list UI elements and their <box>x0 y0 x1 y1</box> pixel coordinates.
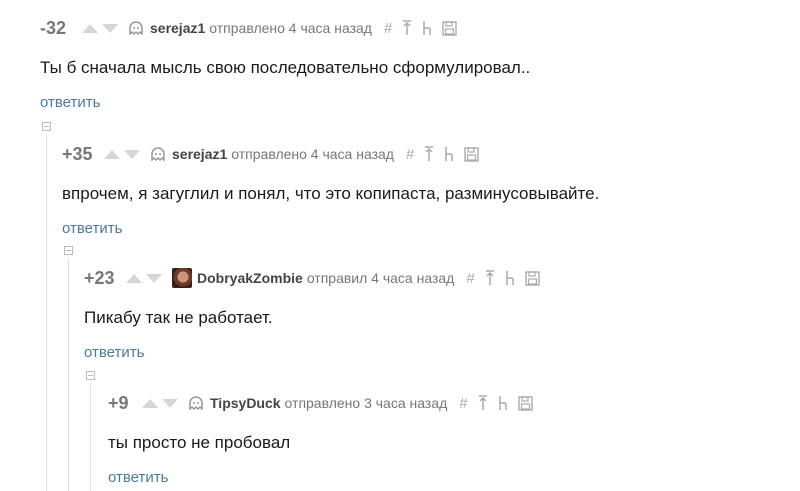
thread-line <box>68 258 69 491</box>
vote-down-icon[interactable] <box>124 149 140 159</box>
comment-header: +35 serejaz1 отправлено 4 часа назад # <box>62 142 800 166</box>
comment-header: +9 TipsyDuck отправлено 3 часа назад # <box>108 391 800 415</box>
vote-controls <box>82 23 118 33</box>
comment-timestamp[interactable]: отправлено 4 часа назад <box>231 146 394 162</box>
comment-author[interactable]: serejaz1 <box>150 20 205 36</box>
comment-header: -32 serejaz1 отправлено 4 часа назад # <box>40 16 800 40</box>
vote-controls <box>126 273 162 283</box>
comment-rating: +35 <box>62 143 93 164</box>
comment-tools: # <box>466 270 540 287</box>
reply-link[interactable]: ответить <box>62 220 122 237</box>
ghost-icon <box>128 21 144 35</box>
parent-icon[interactable] <box>422 20 432 36</box>
collapse-toggle[interactable] <box>86 371 95 380</box>
comment-timestamp[interactable]: отправил 4 часа назад <box>307 270 455 286</box>
hash-icon[interactable]: # <box>459 395 467 412</box>
comment-text: впрочем, я загуглил и понял, что это коп… <box>62 184 600 203</box>
comment-tools: # <box>406 146 480 163</box>
ghost-icon <box>150 147 166 161</box>
collapse-toggle[interactable] <box>42 122 51 131</box>
save-icon[interactable] <box>442 20 458 36</box>
parent-icon[interactable] <box>498 395 508 411</box>
comment-text: Ты б сначала мысль свою последовательно … <box>40 58 531 77</box>
vote-up-icon[interactable] <box>104 149 120 159</box>
hash-icon[interactable]: # <box>466 270 474 287</box>
thread-line <box>46 134 47 491</box>
parent-icon[interactable] <box>444 146 454 162</box>
arrow-up-icon[interactable] <box>424 146 434 162</box>
comment-text: ты просто не пробовал <box>108 433 291 452</box>
comment-text: Пикабу так не работает. <box>84 308 273 327</box>
comment-rating: +9 <box>108 392 129 413</box>
hash-icon[interactable]: # <box>406 146 414 163</box>
comment-author[interactable]: TipsyDuck <box>210 395 281 411</box>
hash-icon[interactable]: # <box>384 20 392 37</box>
comment: +9 TipsyDuck отправлено 3 часа назад # т… <box>108 391 800 487</box>
vote-up-icon[interactable] <box>82 23 98 33</box>
comment-author[interactable]: serejaz1 <box>172 146 227 162</box>
comment-timestamp[interactable]: отправлено 4 часа назад <box>209 20 372 36</box>
comment: +23 DobryakZombie отправил 4 часа назад … <box>84 266 800 362</box>
comment-author[interactable]: DobryakZombie <box>197 270 303 286</box>
comment-rating: -32 <box>40 17 67 38</box>
reply-link[interactable]: ответить <box>40 94 100 111</box>
vote-controls <box>104 149 140 159</box>
vote-controls <box>142 398 178 408</box>
reply-link[interactable]: ответить <box>84 344 144 361</box>
comment-tools: # <box>459 395 533 412</box>
comment-tools: # <box>384 20 458 37</box>
collapse-toggle[interactable] <box>64 246 73 255</box>
vote-down-icon[interactable] <box>102 23 118 33</box>
comment: -32 serejaz1 отправлено 4 часа назад # Т… <box>40 16 800 112</box>
comment-rating: +23 <box>84 267 115 288</box>
parent-icon[interactable] <box>505 270 515 286</box>
save-icon[interactable] <box>517 395 533 411</box>
arrow-up-icon[interactable] <box>402 20 412 36</box>
arrow-up-icon[interactable] <box>485 270 495 286</box>
thread-line <box>90 383 91 491</box>
vote-up-icon[interactable] <box>142 398 158 408</box>
user-avatar[interactable] <box>172 268 192 288</box>
vote-up-icon[interactable] <box>126 273 142 283</box>
save-icon[interactable] <box>464 146 480 162</box>
comment-header: +23 DobryakZombie отправил 4 часа назад … <box>84 266 800 290</box>
comment: +35 serejaz1 отправлено 4 часа назад # в… <box>62 142 800 238</box>
reply-link[interactable]: ответить <box>108 469 168 486</box>
save-icon[interactable] <box>524 270 540 286</box>
vote-down-icon[interactable] <box>146 273 162 283</box>
vote-down-icon[interactable] <box>162 398 178 408</box>
arrow-up-icon[interactable] <box>478 395 488 411</box>
ghost-icon <box>188 396 204 410</box>
comment-timestamp[interactable]: отправлено 3 часа назад <box>285 395 448 411</box>
